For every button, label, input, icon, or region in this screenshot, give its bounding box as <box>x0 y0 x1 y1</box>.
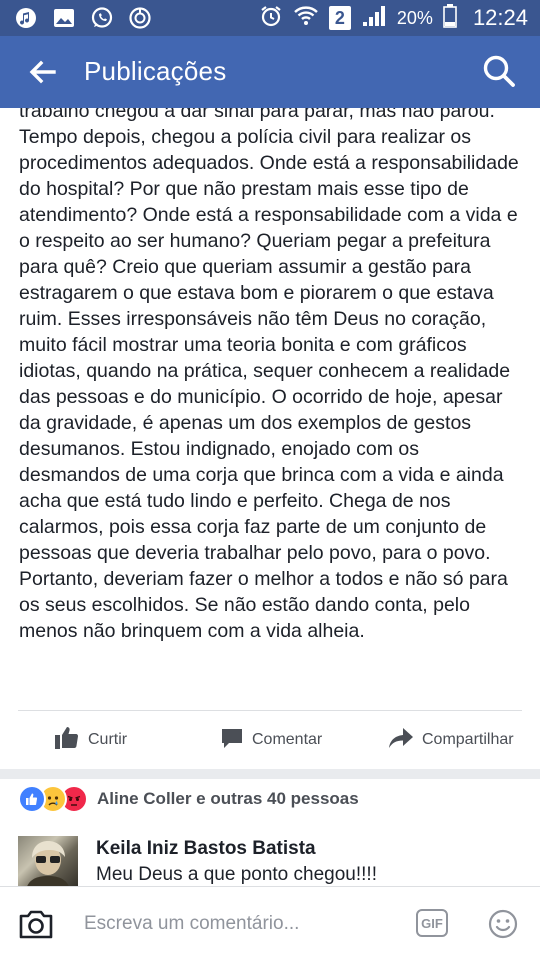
gallery-icon <box>52 6 76 30</box>
thumbs-up-icon <box>54 725 80 756</box>
smiley-icon[interactable] <box>488 909 518 939</box>
battery-icon <box>443 3 457 33</box>
alarm-icon <box>259 4 283 33</box>
section-separator <box>0 769 540 779</box>
sim2-icon: 2 <box>328 6 351 30</box>
comment-author[interactable]: Keila Iniz Bastos Batista <box>96 838 316 860</box>
system-icons: 2 20% 12:24 <box>259 3 528 33</box>
whatsapp-icon <box>90 6 114 30</box>
comment-input[interactable]: Escreva um comentário... <box>84 913 299 935</box>
post-actions: Curtir Comentar Compartilhar <box>0 711 540 769</box>
notification-icons <box>14 6 152 30</box>
clock: 12:24 <box>472 5 528 30</box>
post-body: trabalho chegou a dar sinal para parar, … <box>19 108 524 644</box>
page-title: Publicações <box>84 56 227 86</box>
status-bar: 2 20% 12:24 <box>0 0 540 36</box>
wifi-icon <box>293 4 319 33</box>
share-arrow-icon <box>388 726 414 755</box>
comment-icon <box>220 726 244 755</box>
reactions-summary[interactable]: Aline Coller e outras 40 pessoas <box>18 785 359 813</box>
share-label: Compartilhar <box>422 731 514 748</box>
signal-icon <box>361 4 387 33</box>
share-button[interactable]: Compartilhar <box>388 711 514 769</box>
comment-composer: Escreva um comentário... GIF <box>0 886 540 961</box>
search-icon[interactable] <box>480 52 518 90</box>
sync-icon <box>128 6 152 30</box>
like-button[interactable]: Curtir <box>54 711 127 769</box>
comment-text: Meu Deus a que ponto chegou!!!! <box>96 864 377 885</box>
battery-percent: 20% <box>396 7 433 28</box>
sim-label: 2 <box>334 7 345 28</box>
reactions-summary-text: Aline Coller e outras 40 pessoas <box>97 789 359 808</box>
camera-icon[interactable] <box>18 907 54 941</box>
comment-button[interactable]: Comentar <box>220 711 322 769</box>
arrow-left-icon[interactable] <box>26 56 58 88</box>
like-reaction-icon <box>18 785 46 813</box>
like-label: Curtir <box>88 731 128 748</box>
music-icon <box>14 6 38 30</box>
app-bar: Publicações <box>0 36 540 108</box>
post-paragraph: trabalho chegou a dar sinal para parar, … <box>19 108 519 642</box>
comment-label: Comentar <box>252 731 323 748</box>
gif-button[interactable]: GIF <box>416 909 448 937</box>
post-content[interactable]: trabalho chegou a dar sinal para parar, … <box>0 108 540 888</box>
avatar[interactable] <box>18 836 78 888</box>
